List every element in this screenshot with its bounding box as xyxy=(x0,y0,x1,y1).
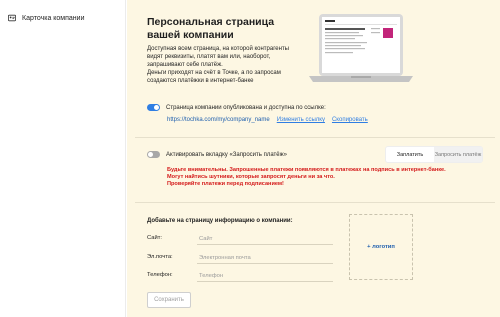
hero-line: запрашивают себе платёж. xyxy=(147,62,223,68)
warning-line: Проверяйте платежи перед подписанием! xyxy=(167,181,284,187)
sidebar-item-label: Карточка компании xyxy=(22,14,85,22)
tab-pay[interactable]: Заплатить xyxy=(386,147,434,162)
divider xyxy=(135,202,495,203)
phone-label: Телефон: xyxy=(147,272,173,278)
hero-line: Деньги приходят на счёт в Точке, а по за… xyxy=(147,70,281,76)
publish-toggle[interactable] xyxy=(147,104,160,111)
phone-input[interactable] xyxy=(197,270,333,282)
email-field-row: Эл.почта: xyxy=(147,252,333,265)
request-tab-toggle[interactable] xyxy=(147,151,160,158)
hero-line: Доступная всем страница, на которой конт… xyxy=(147,46,289,52)
tab-switcher-preview: Заплатить Запросить платёж xyxy=(385,146,483,163)
publish-label: Страница компании опубликована и доступн… xyxy=(166,104,326,111)
website-field-row: Сайт: xyxy=(147,233,333,246)
warning-line: Будьте внимательны. Запрошенные платежи … xyxy=(167,167,446,173)
warning-line: Могут найтись шутники, которые запросят … xyxy=(167,174,335,180)
sidebar-item-company-card[interactable]: Карточка компании xyxy=(8,14,85,22)
request-tab-row: Активировать вкладку «Запросить платёж» xyxy=(147,151,287,158)
copy-link-button[interactable]: Скопировать xyxy=(332,117,368,123)
publish-links: https://tochka.com/my/company_name Измен… xyxy=(167,117,368,123)
sidebar: Карточка компании xyxy=(0,0,126,317)
phone-field-row: Телефон: xyxy=(147,270,333,283)
divider xyxy=(135,137,495,138)
page-title: Персональная страница вашей компании xyxy=(147,16,275,41)
website-input[interactable] xyxy=(197,233,333,245)
hero-line: создаются платёжки в интернет-банке xyxy=(147,78,254,84)
add-logo-button[interactable]: + логотип xyxy=(367,244,395,250)
hero-line: видят реквизиты, платят вам или, наоборо… xyxy=(147,54,271,60)
tab-request-payment[interactable]: Запросить платёж xyxy=(434,147,482,162)
website-label: Сайт: xyxy=(147,235,162,241)
email-input[interactable] xyxy=(197,252,333,264)
request-tab-label: Активировать вкладку «Запросить платёж» xyxy=(166,151,287,158)
id-card-icon xyxy=(8,14,16,22)
warning-message: Будьте внимательны. Запрошенные платежи … xyxy=(167,167,487,188)
laptop-preview-icon xyxy=(309,14,413,82)
company-page-url[interactable]: https://tochka.com/my/company_name xyxy=(167,117,270,123)
change-link-button[interactable]: Изменить ссылку xyxy=(277,117,325,123)
save-button[interactable]: Сохранить xyxy=(147,292,191,308)
email-label: Эл.почта: xyxy=(147,254,173,260)
publish-row: Страница компании опубликована и доступн… xyxy=(147,104,326,111)
contact-form-title: Добавьте на страницу информацию о компан… xyxy=(147,218,293,224)
hero-description: Доступная всем страница, на которой конт… xyxy=(147,45,317,85)
main-content: Персональная страница вашей компании Дос… xyxy=(127,0,500,317)
logo-upload-area[interactable]: + логотип xyxy=(349,214,413,280)
